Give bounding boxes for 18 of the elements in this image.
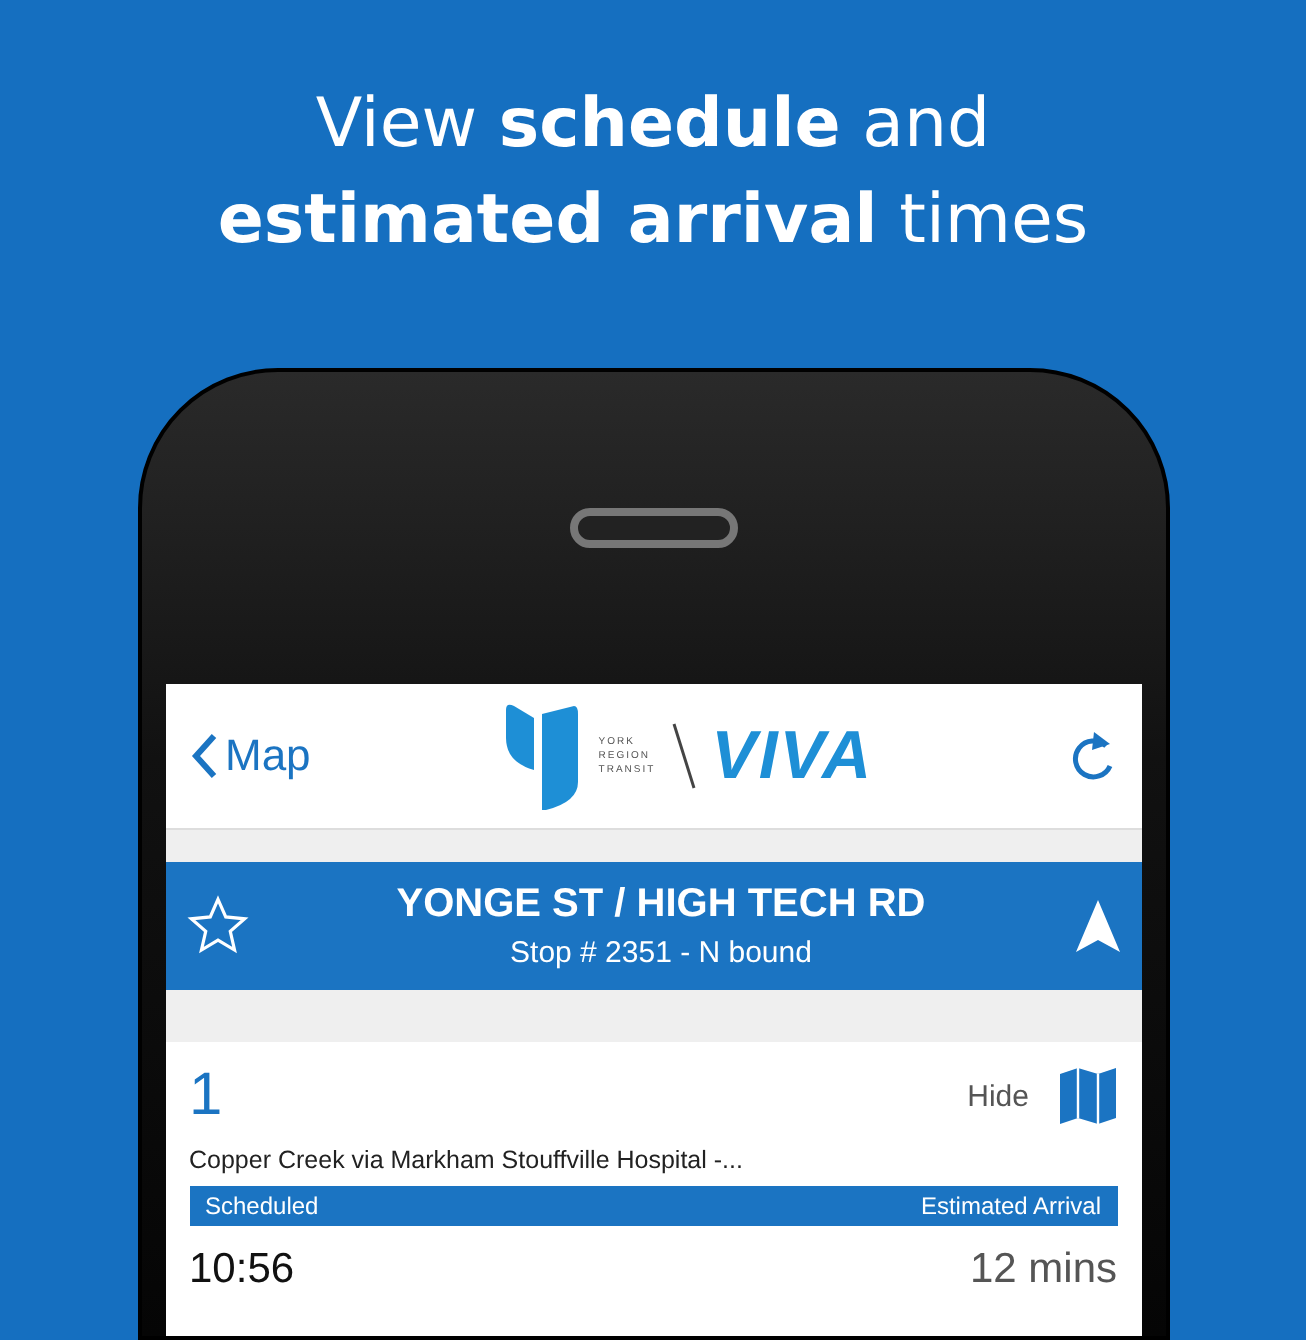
stop-name: YONGE ST / HIGH TECH RD	[396, 882, 926, 928]
stop-detail: Stop # 2351 - N bound	[510, 936, 812, 970]
navigation-arrow-icon[interactable]	[1073, 898, 1121, 954]
scheduled-time: 10:56	[189, 1246, 295, 1294]
estimated-arrival: 12 mins	[969, 1246, 1117, 1294]
route-number: 1	[189, 1062, 225, 1130]
hide-button[interactable]: Hide	[967, 1079, 1029, 1113]
headline: View schedule and estimated arrival times	[217, 82, 1089, 264]
logo-slash-icon	[671, 722, 696, 790]
star-icon[interactable]	[185, 894, 249, 958]
route-destination: Copper Creek via Markham Stouffville Hospital -...	[189, 1146, 745, 1174]
logo-wordmark: VIVA	[711, 717, 874, 795]
map-icon[interactable]	[1057, 1066, 1117, 1126]
back-link[interactable]: Map	[189, 730, 311, 782]
logo-mark-icon	[502, 702, 583, 810]
column-header: Scheduled	[205, 1192, 319, 1220]
column-header: Estimated Arrival	[920, 1192, 1101, 1220]
chevron-left-icon	[189, 732, 217, 780]
